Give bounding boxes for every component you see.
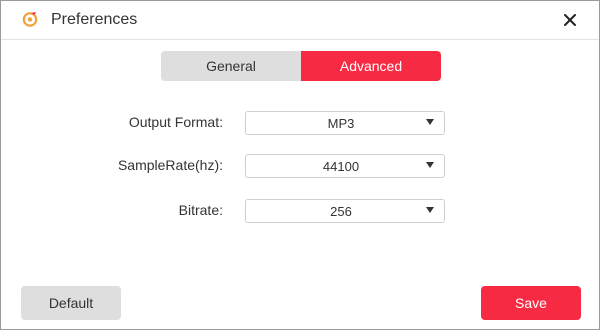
bitrate-select[interactable]: 256	[245, 199, 445, 223]
chevron-down-icon	[426, 162, 434, 168]
bitrate-value: 256	[330, 203, 352, 219]
preferences-tabs: General Advanced	[161, 51, 441, 81]
close-icon[interactable]	[559, 9, 581, 31]
output-format-select[interactable]: MP3	[245, 111, 445, 135]
chevron-down-icon	[426, 119, 434, 125]
output-format-label: Output Format:	[128, 114, 223, 130]
tab-advanced[interactable]: Advanced	[301, 51, 441, 81]
sample-rate-select[interactable]: 44100	[245, 154, 445, 178]
preferences-dialog: Preferences General Advanced Output Form…	[0, 0, 600, 330]
chevron-down-icon	[426, 207, 434, 213]
window-title: Preferences	[51, 11, 138, 28]
sample-rate-value: 44100	[322, 158, 360, 174]
sample-rate-label: SampleRate(hz):	[117, 157, 223, 173]
save-button[interactable]: Save	[481, 286, 581, 320]
output-format-value: MP3	[327, 115, 355, 131]
app-logo-icon	[22, 11, 38, 27]
title-bar: Preferences	[1, 1, 599, 40]
bitrate-label: Bitrate:	[178, 202, 223, 218]
tab-general[interactable]: General	[161, 51, 301, 81]
default-button[interactable]: Default	[21, 286, 121, 320]
